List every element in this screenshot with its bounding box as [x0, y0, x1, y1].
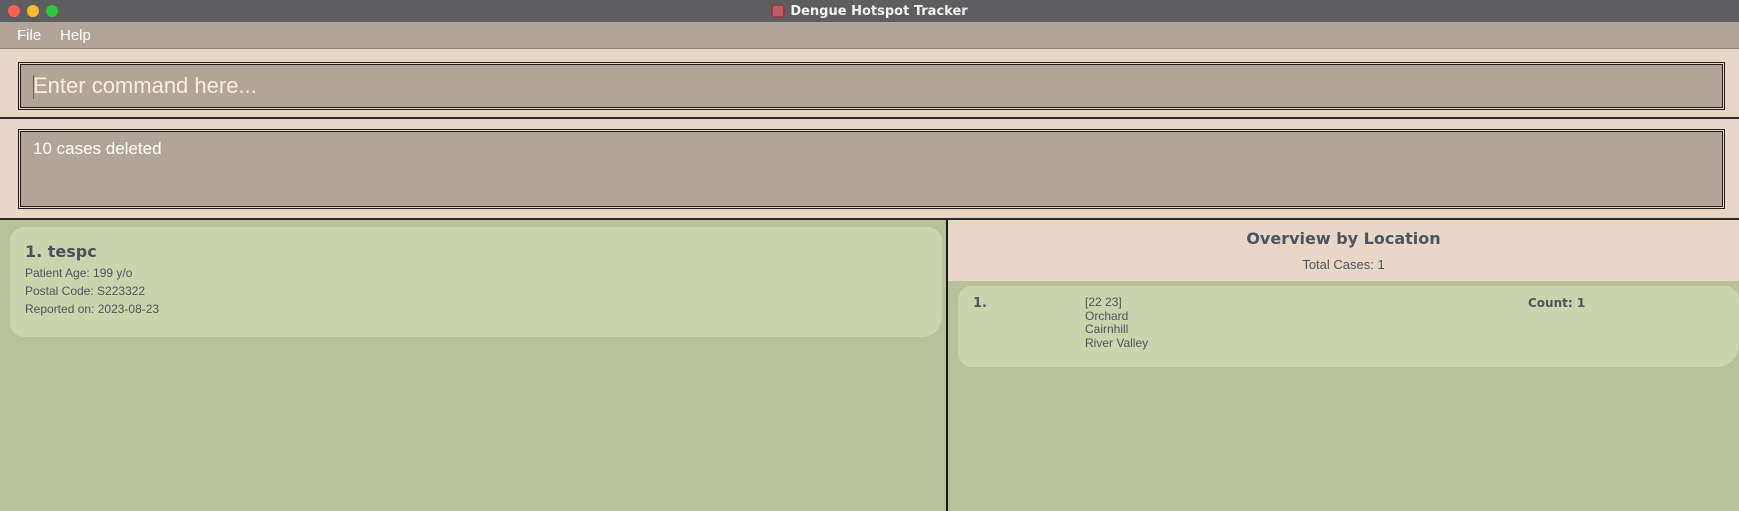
location-index: 1. [973, 296, 987, 311]
result-message: 10 cases deleted [33, 139, 162, 158]
command-area [0, 49, 1739, 119]
overview-header: Overview by Location Total Cases: 1 [948, 220, 1739, 281]
case-postal-code: Postal Code: S223322 [25, 284, 146, 298]
menu-help[interactable]: Help [60, 27, 91, 44]
result-area: 10 cases deleted [0, 119, 1739, 220]
app-icon [771, 4, 786, 18]
overview-title: Overview by Location [1246, 229, 1441, 248]
location-coordinates: [22 23] [1085, 295, 1122, 309]
location-count: Count: 1 [1528, 296, 1586, 310]
location-name: River Valley [1085, 336, 1149, 350]
total-cases: Total Cases: 1 [1302, 257, 1385, 272]
result-display[interactable]: 10 cases deleted [18, 129, 1725, 209]
window-title: Dengue Hotspot Tracker [790, 3, 968, 19]
title-bar: Dengue Hotspot Tracker [0, 0, 1739, 22]
menu-file[interactable]: File [17, 27, 41, 44]
case-title: 1. tespc [25, 242, 97, 261]
command-input[interactable] [21, 65, 1722, 107]
location-name: Orchard [1085, 309, 1129, 323]
window-title-group: Dengue Hotspot Tracker [0, 0, 1739, 22]
case-age: Patient Age: 199 y/o [25, 266, 133, 280]
location-card[interactable]: 1. [22 23] Orchard Cairnhill River Valle… [958, 286, 1739, 367]
menu-bar: File Help [0, 22, 1739, 49]
text-caret [33, 75, 34, 99]
case-card[interactable]: 1. tespc Patient Age: 199 y/o Postal Cod… [10, 227, 942, 337]
command-box [18, 62, 1725, 110]
location-name: Cairnhill [1085, 322, 1129, 336]
case-list-panel[interactable]: 1. tespc Patient Age: 199 y/o Postal Cod… [0, 220, 946, 511]
overview-panel: Overview by Location Total Cases: 1 1. [… [948, 220, 1739, 511]
case-reported-date: Reported on: 2023-08-23 [25, 302, 160, 316]
